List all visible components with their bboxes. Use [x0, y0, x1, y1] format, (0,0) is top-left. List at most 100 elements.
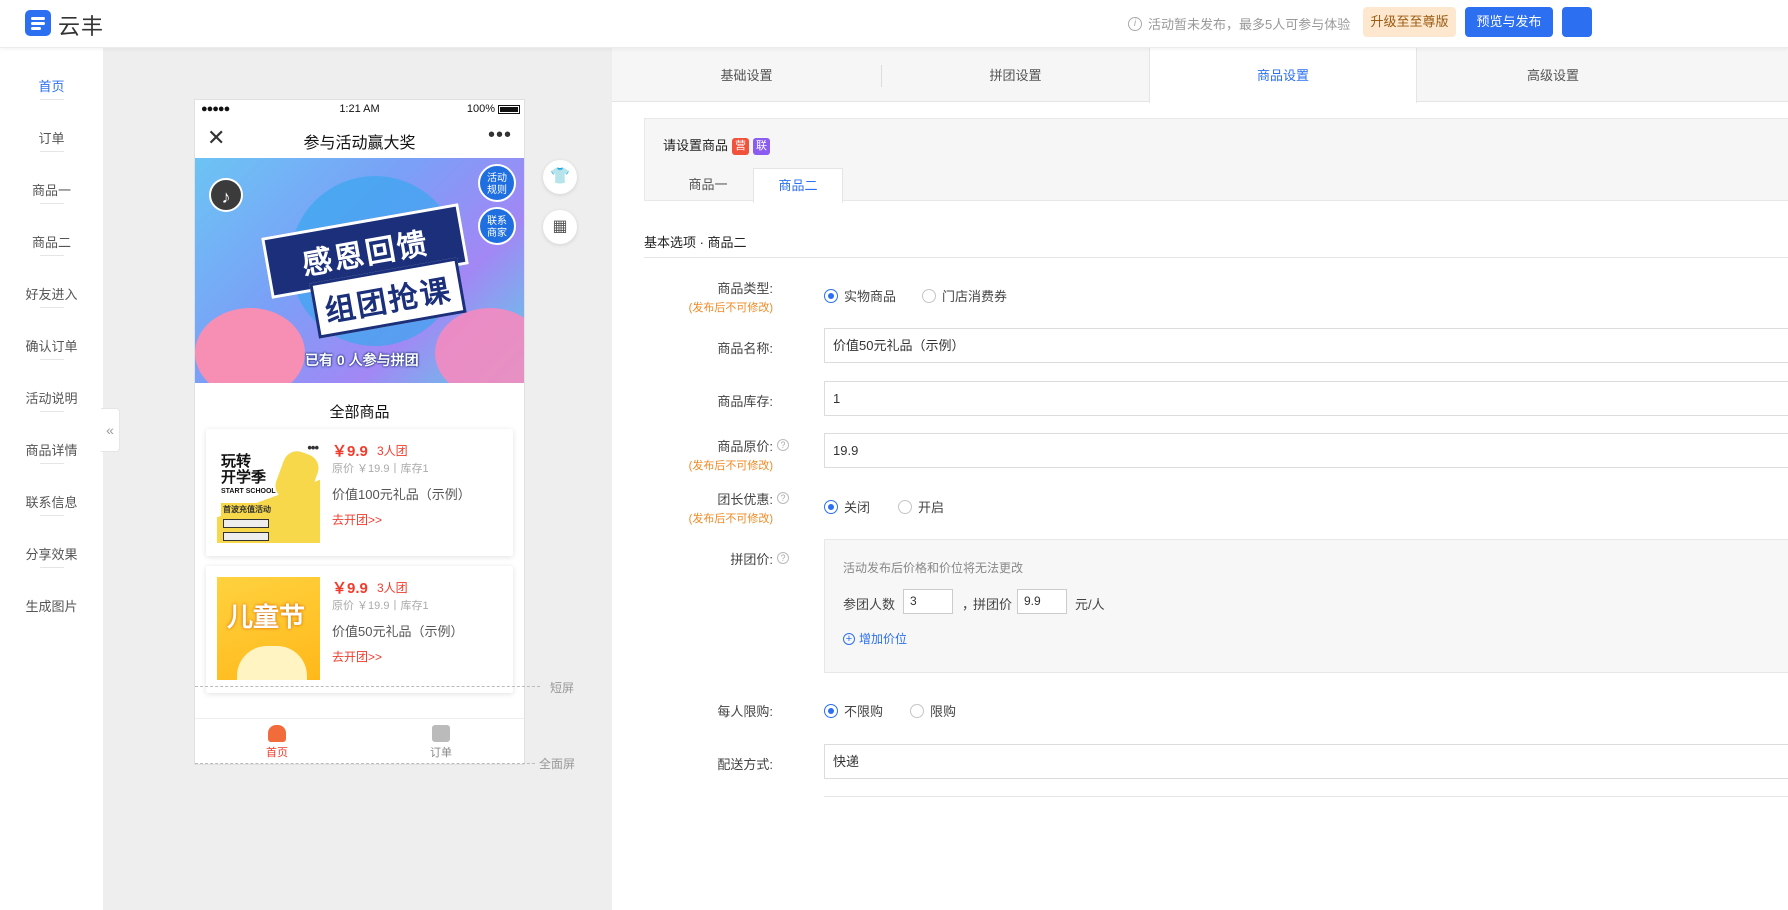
delivery-method-select[interactable]: 快递: [824, 744, 1788, 779]
phone-page-title: 参与活动赢大奖: [303, 135, 416, 152]
group-size: 3人团: [377, 581, 408, 595]
product-thumbnail: 玩转 开学季 START SCHOOL 首波充值活动 •••: [217, 440, 320, 543]
info-icon: i: [1128, 16, 1142, 31]
radio-leader-discount-on[interactable]: 开启: [898, 497, 944, 516]
start-group-link[interactable]: 去开团>>: [332, 511, 382, 528]
extra-action-button[interactable]: [1562, 7, 1592, 37]
product-meta: 原价 ￥19.9丨库存1: [332, 463, 429, 475]
product-name-input[interactable]: 价值50元礼品（示例）: [824, 328, 1788, 363]
delivery-method-label: 配送方式:: [717, 757, 773, 772]
product-name: 价值50元礼品（示例）: [332, 624, 464, 639]
product-price: ￥9.9: [332, 580, 368, 597]
full-screen-guide: [195, 763, 535, 764]
banner-joined-count: 已有 0 人参与拼团: [305, 352, 419, 368]
publish-notice: i 活动暂未发布，最多5人可参与体验: [1128, 14, 1350, 33]
product-price: ￥9.9: [332, 443, 368, 460]
sidebar-item-product-detail[interactable]: 商品详情: [0, 412, 103, 463]
sidebar-item-home[interactable]: 首页: [0, 48, 103, 99]
product-name: 价值100元礼品（示例）: [332, 487, 471, 502]
music-icon[interactable]: ♪: [209, 178, 243, 212]
phone-navbar: ✕ 参与活动赢大奖 •••: [195, 120, 524, 158]
contact-merchant-badge[interactable]: 联系 商家: [478, 207, 516, 245]
group-price-label: 拼团价: ?: [612, 549, 789, 568]
product-card[interactable]: 玩转 开学季 START SCHOOL 首波充值活动 ••• ￥9.9 3人团 …: [206, 429, 513, 556]
sidebar-item-product-1[interactable]: 商品一: [0, 152, 103, 203]
product-setup-label: 请设置商品: [663, 138, 729, 153]
settings-panel: 基础设置 拼团设置 商品设置 高级设置 请设置商品营联 商品一 商品二 基本选项…: [612, 48, 1788, 910]
activity-banner: 感恩回馈 组团抢课 已有 0 人参与拼团 ♪ 活动 规则 联系 商家: [195, 158, 524, 383]
add-price-tier-button[interactable]: + 增加价位: [843, 630, 907, 647]
product-name-label: 商品名称:: [717, 341, 773, 356]
battery-indicator: 100%: [467, 103, 520, 115]
upgrade-button[interactable]: 升级至至尊版: [1363, 7, 1456, 37]
leader-discount-label: 团长优惠: ? (发布后不可修改): [612, 489, 789, 526]
sidebar-item-product-2[interactable]: 商品二: [0, 204, 103, 255]
all-products-title: 全部商品: [329, 404, 390, 421]
layout-grid-icon[interactable]: ▦: [543, 210, 577, 244]
sidebar-item-activity-desc[interactable]: 活动说明: [0, 360, 103, 411]
sidebar-item-generate-image[interactable]: 生成图片: [0, 568, 103, 619]
notice-text: 活动暂未发布，最多5人可参与体验: [1148, 17, 1351, 32]
logo-icon: [25, 10, 51, 36]
radio-limit[interactable]: 限购: [910, 701, 956, 720]
more-icon[interactable]: •••: [488, 124, 512, 147]
product-meta: 原价 ￥19.9丨库存1: [332, 600, 429, 612]
product-stock-label: 商品库存:: [717, 394, 773, 409]
help-icon: ?: [777, 552, 789, 564]
sidebar-item-share[interactable]: 分享效果: [0, 516, 103, 567]
product-tab-1[interactable]: 商品一: [663, 168, 753, 202]
top-bar: 云丰 i 活动暂未发布，最多5人可参与体验 升级至至尊版 预览与发布: [0, 0, 1788, 48]
home-icon: [268, 725, 286, 742]
full-screen-label: 全面屏: [539, 757, 576, 771]
product-setup-box: 请设置商品营联 商品一 商品二: [644, 118, 1788, 203]
group-size: 3人团: [377, 444, 408, 458]
start-group-link[interactable]: 去开团>>: [332, 648, 382, 665]
sidebar-item-confirm-order[interactable]: 确认订单: [0, 308, 103, 359]
activity-rules-badge[interactable]: 活动 规则: [478, 164, 516, 202]
sidebar-item-orders[interactable]: 订单: [0, 100, 103, 151]
settings-tabs: 基础设置 拼团设置 商品设置 高级设置: [612, 48, 1788, 103]
preview-publish-button[interactable]: 预览与发布: [1465, 7, 1553, 37]
original-price-input[interactable]: 19.9: [824, 433, 1788, 468]
collapse-sidebar-button[interactable]: «: [101, 408, 120, 452]
logo-text: 云丰: [58, 14, 105, 39]
orders-icon: [432, 725, 450, 742]
product-tab-2[interactable]: 商品二: [753, 168, 843, 203]
tab-basic-settings[interactable]: 基础设置: [612, 48, 881, 102]
radio-leader-discount-off[interactable]: 关闭: [824, 497, 870, 516]
phone-tabbar: 首页 订单: [195, 718, 524, 764]
radio-store-voucher[interactable]: 门店消费券: [922, 286, 1007, 305]
price-unit: 元/人: [1075, 597, 1105, 612]
purchase-limit-label: 每人限购:: [717, 704, 773, 719]
tab-advanced-settings[interactable]: 高级设置: [1418, 48, 1688, 102]
tab-group-settings[interactable]: 拼团设置: [882, 48, 1149, 102]
alliance-tag: 联: [753, 138, 771, 155]
help-icon: ?: [777, 492, 789, 504]
help-icon: ?: [777, 439, 789, 451]
plus-circle-icon: +: [843, 632, 855, 645]
page-sidebar: 首页 订单 商品一 商品二 好友进入 确认订单 活动说明 商品详情 联系信息 分…: [0, 48, 104, 910]
tab-home[interactable]: 首页: [247, 725, 307, 760]
group-price-field-label: 拼团价: [973, 597, 1013, 612]
original-price-label: 商品原价: ? (发布后不可修改): [612, 436, 789, 473]
group-price-box: 活动发布后价格和价位将无法更改 参团人数 3 ， 拼团价 9.9 元/人 + 增加…: [824, 539, 1788, 673]
product-stock-input[interactable]: 1: [824, 381, 1788, 416]
members-label: 参团人数: [843, 597, 896, 612]
product-card[interactable]: 儿童节 ￥9.9 3人团 原价 ￥19.9丨库存1 价值50元礼品（示例） 去开…: [206, 566, 513, 693]
group-price-hint: 活动发布后价格和价位将无法更改: [843, 561, 1024, 575]
short-screen-guide: [195, 686, 540, 687]
members-input[interactable]: 3: [903, 589, 953, 614]
product-thumbnail: 儿童节: [217, 577, 320, 680]
radio-no-limit[interactable]: 不限购: [824, 701, 883, 720]
tab-product-settings[interactable]: 商品设置: [1149, 48, 1417, 103]
sidebar-item-friend-entry[interactable]: 好友进入: [0, 256, 103, 307]
group-price-input[interactable]: 9.9: [1017, 589, 1067, 614]
sidebar-item-contact[interactable]: 联系信息: [0, 464, 103, 515]
battery-icon: [498, 104, 520, 114]
status-bar: ●●●●● 1:21 AM 100%: [195, 100, 524, 120]
phone-preview: ●●●●● 1:21 AM 100% ✕ 参与活动赢大奖 ••• 感恩回馈 组团…: [195, 100, 524, 764]
theme-shirt-icon[interactable]: 👕: [543, 160, 577, 194]
marketing-tag: 营: [732, 138, 750, 155]
tab-orders[interactable]: 订单: [411, 725, 471, 760]
radio-physical-product[interactable]: 实物商品: [824, 286, 896, 305]
